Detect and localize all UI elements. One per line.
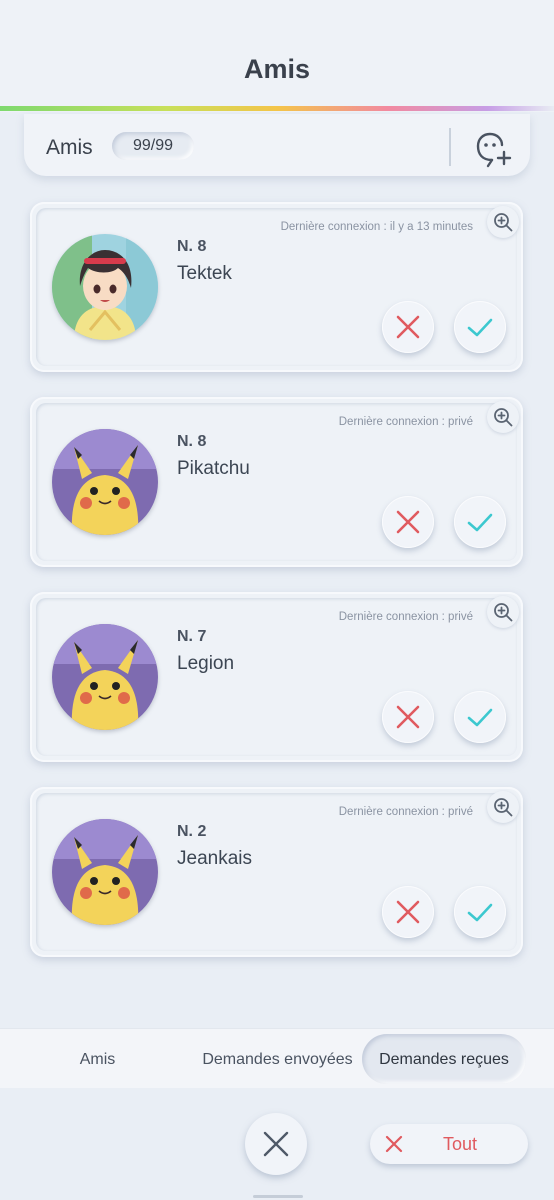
zoom-in-icon xyxy=(494,603,513,622)
check-icon xyxy=(467,708,493,727)
accept-button[interactable] xyxy=(454,886,506,938)
avatar xyxy=(52,429,158,535)
add-friend-icon xyxy=(476,132,512,168)
reject-all-button[interactable]: Tout xyxy=(370,1124,528,1164)
last-seen-text: Dernière connexion : il y a 13 minutes xyxy=(280,221,473,233)
header-bar: Amis xyxy=(0,0,554,112)
zoom-button[interactable] xyxy=(487,596,519,628)
rank-label: N. 8 xyxy=(177,433,207,450)
player-name: Legion xyxy=(177,653,235,674)
friends-label: Amis xyxy=(46,136,93,159)
zoom-button[interactable] xyxy=(487,206,519,238)
last-seen-text: Dernière connexion : privé xyxy=(338,611,473,623)
reject-button[interactable] xyxy=(382,691,434,743)
reject-all-label: Tout xyxy=(443,1134,478,1154)
x-icon xyxy=(396,705,420,729)
zoom-in-icon xyxy=(494,213,513,232)
avatar xyxy=(52,624,158,730)
avatar xyxy=(52,819,158,925)
x-icon xyxy=(385,1135,403,1153)
rank-label: N. 2 xyxy=(177,823,207,840)
reject-button[interactable] xyxy=(382,301,434,353)
last-seen-text: Dernière connexion : privé xyxy=(338,416,473,428)
friend-request-card: Dernière connexion : il y a 13 minutes N… xyxy=(30,202,523,372)
avatar xyxy=(52,234,158,340)
accept-button[interactable] xyxy=(454,301,506,353)
accept-button[interactable] xyxy=(454,691,506,743)
x-icon xyxy=(396,900,420,924)
divider xyxy=(449,128,451,166)
friend-request-card: Dernière connexion : privé N. 8 Pikatchu xyxy=(30,397,523,567)
close-button[interactable] xyxy=(245,1113,307,1175)
x-icon xyxy=(396,510,420,534)
player-name: Jeankais xyxy=(177,848,252,869)
friends-summary: Amis 99/99 xyxy=(24,114,530,176)
reject-button[interactable] xyxy=(382,886,434,938)
friend-request-card: Dernière connexion : privé N. 7 Legion xyxy=(30,592,523,762)
friends-count-badge: 99/99 xyxy=(112,132,194,160)
reject-button[interactable] xyxy=(382,496,434,548)
home-indicator xyxy=(253,1195,303,1198)
tab-sent-requests[interactable]: Demandes envoyées xyxy=(190,1034,365,1084)
tab-bar: Amis Demandes envoyées Demandes reçues xyxy=(0,1028,554,1089)
zoom-in-icon xyxy=(494,408,513,427)
last-seen-text: Dernière connexion : privé xyxy=(338,806,473,818)
check-icon xyxy=(467,903,493,922)
accent-divider xyxy=(0,106,554,111)
friend-request-card: Dernière connexion : privé N. 2 Jeankais xyxy=(30,787,523,957)
close-icon xyxy=(263,1131,289,1157)
check-icon xyxy=(467,513,493,532)
x-icon xyxy=(396,315,420,339)
tab-friends[interactable]: Amis xyxy=(10,1034,185,1084)
player-name: Pikatchu xyxy=(177,458,250,479)
zoom-in-icon xyxy=(494,798,513,817)
player-name: Tektek xyxy=(177,263,232,284)
check-icon xyxy=(467,318,493,337)
rank-label: N. 8 xyxy=(177,238,207,255)
rank-label: N. 7 xyxy=(177,628,207,645)
zoom-button[interactable] xyxy=(487,791,519,823)
tab-received-requests[interactable]: Demandes reçues xyxy=(362,1034,526,1084)
zoom-button[interactable] xyxy=(487,401,519,433)
accept-button[interactable] xyxy=(454,496,506,548)
add-friend-button[interactable] xyxy=(472,130,512,168)
page-title: Amis xyxy=(243,54,311,84)
